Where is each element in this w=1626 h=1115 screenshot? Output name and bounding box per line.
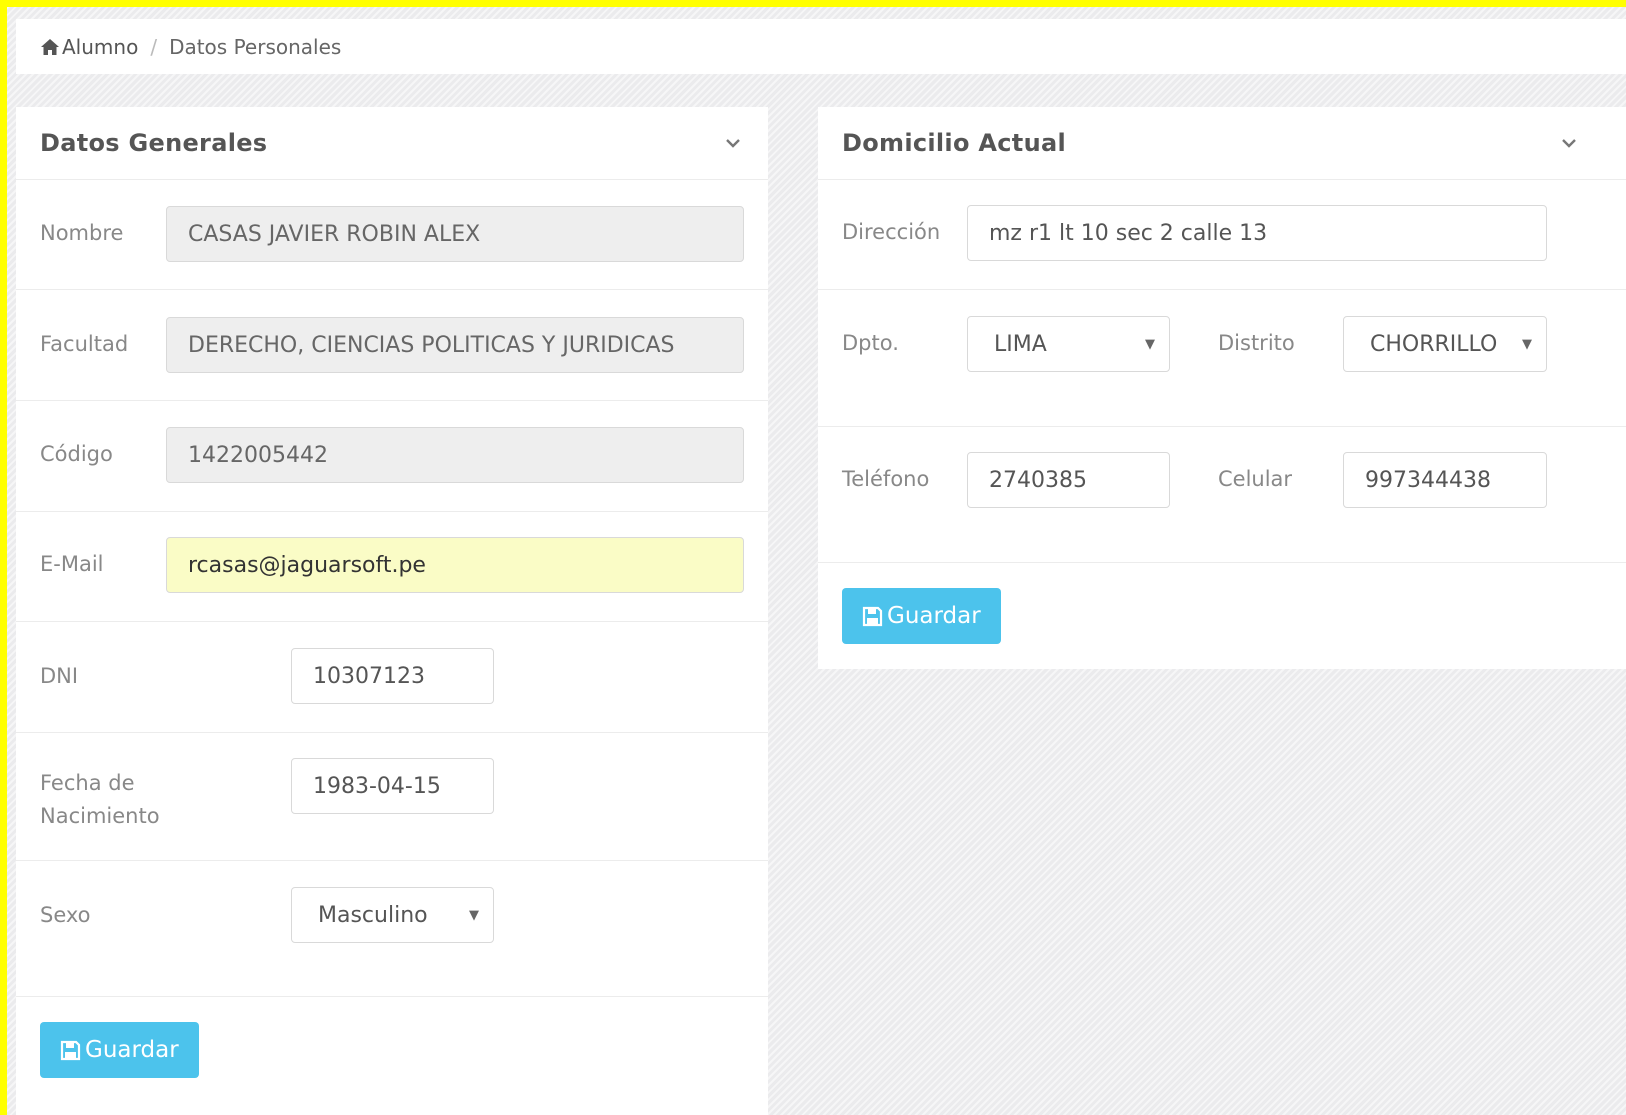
sexo-value: Masculino (318, 902, 428, 928)
email-value: rcasas@jaguarsoft.pe (188, 552, 426, 578)
codigo-value: 1422005442 (188, 442, 328, 468)
celular-input[interactable]: 997344438 (1343, 452, 1547, 508)
domicilio-actual-header: Domicilio Actual (818, 107, 1626, 180)
ubicacion-row: Dpto. LIMA ▼ Distrito CHORRILLO ▼ (818, 290, 1626, 427)
guardar-label: Guardar (85, 1037, 179, 1063)
panel-title: Domicilio Actual (842, 129, 1066, 157)
codigo-row: Código 1422005442 (16, 401, 768, 512)
save-icon (862, 606, 883, 626)
distrito-select[interactable]: CHORRILLO ▼ (1343, 316, 1547, 372)
home-icon (41, 38, 59, 55)
facultad-label: Facultad (40, 332, 129, 356)
email-row: E-Mail rcasas@jaguarsoft.pe (16, 512, 768, 622)
breadcrumb-home-link[interactable]: Alumno (40, 35, 138, 59)
fecha-row: Fecha de Nacimiento 1983-04-15 (16, 733, 768, 861)
breadcrumb-current: Datos Personales (169, 34, 342, 59)
nombre-row: Nombre CASAS JAVIER ROBIN ALEX (16, 180, 768, 290)
direccion-value: mz r1 lt 10 sec 2 calle 13 (989, 220, 1268, 246)
telefono-value: 2740385 (989, 467, 1087, 493)
dropdown-caret-icon: ▼ (469, 907, 479, 923)
email-input[interactable]: rcasas@jaguarsoft.pe (166, 537, 744, 593)
celular-label: Celular (1218, 467, 1293, 491)
save-icon (60, 1040, 81, 1060)
sexo-select[interactable]: Masculino ▼ (291, 887, 494, 943)
sexo-row: Sexo Masculino ▼ (16, 861, 768, 997)
dni-label: DNI (40, 664, 79, 688)
dpto-select[interactable]: LIMA ▼ (967, 316, 1170, 372)
dpto-value: LIMA (994, 331, 1047, 357)
page-frame: Alumno / Datos Personales Datos Generale… (7, 7, 1626, 1115)
dni-value: 10307123 (313, 663, 425, 689)
chevron-down-icon[interactable] (1558, 132, 1580, 154)
dni-input[interactable]: 10307123 (291, 648, 494, 704)
panel-title: Datos Generales (40, 129, 268, 157)
breadcrumb: Alumno / Datos Personales (16, 19, 1626, 74)
nombre-label: Nombre (40, 221, 124, 245)
guardar-datos-generales-button[interactable]: Guardar (40, 1022, 199, 1078)
telefono-input[interactable]: 2740385 (967, 452, 1170, 508)
direccion-row: Dirección mz r1 lt 10 sec 2 calle 13 (818, 180, 1626, 290)
guardar-label: Guardar (887, 603, 981, 629)
telefono-row: Teléfono 2740385 Celular 997344438 (818, 427, 1626, 563)
dni-row: DNI 10307123 (16, 622, 768, 733)
email-label: E-Mail (40, 552, 104, 576)
facultad-row: Facultad DERECHO, CIENCIAS POLITICAS Y J… (16, 290, 768, 401)
direccion-label: Dirección (842, 220, 941, 244)
dropdown-caret-icon: ▼ (1145, 336, 1155, 352)
codigo-label: Código (40, 442, 113, 466)
direccion-input[interactable]: mz r1 lt 10 sec 2 calle 13 (967, 205, 1547, 261)
sexo-label: Sexo (40, 903, 91, 927)
breadcrumb-separator: / (150, 34, 158, 59)
distrito-value: CHORRILLO (1370, 331, 1498, 357)
fecha-value: 1983-04-15 (313, 773, 441, 799)
fecha-label-line2: Nacimiento (40, 804, 160, 828)
codigo-field[interactable]: 1422005442 (166, 427, 744, 483)
dpto-label: Dpto. (842, 331, 899, 355)
fecha-label-line1: Fecha de (40, 771, 135, 795)
distrito-label: Distrito (1218, 331, 1295, 355)
breadcrumb-home-label: Alumno (62, 34, 139, 59)
fecha-nacimiento-input[interactable]: 1983-04-15 (291, 758, 494, 814)
datos-generales-header: Datos Generales (16, 107, 768, 180)
celular-value: 997344438 (1365, 467, 1491, 493)
facultad-field[interactable]: DERECHO, CIENCIAS POLITICAS Y JURIDICAS (166, 317, 744, 373)
dropdown-caret-icon: ▼ (1522, 336, 1532, 352)
chevron-down-icon[interactable] (722, 132, 744, 154)
facultad-value: DERECHO, CIENCIAS POLITICAS Y JURIDICAS (188, 332, 675, 358)
nombre-field[interactable]: CASAS JAVIER ROBIN ALEX (166, 206, 744, 262)
nombre-value: CASAS JAVIER ROBIN ALEX (188, 221, 481, 247)
guardar-domicilio-button[interactable]: Guardar (842, 588, 1001, 644)
telefono-label: Teléfono (842, 467, 930, 491)
domicilio-actual-panel: Domicilio Actual Dirección mz r1 lt 10 s… (818, 107, 1626, 669)
datos-generales-panel: Datos Generales Nombre CASAS JAVIER ROBI… (16, 107, 768, 1115)
